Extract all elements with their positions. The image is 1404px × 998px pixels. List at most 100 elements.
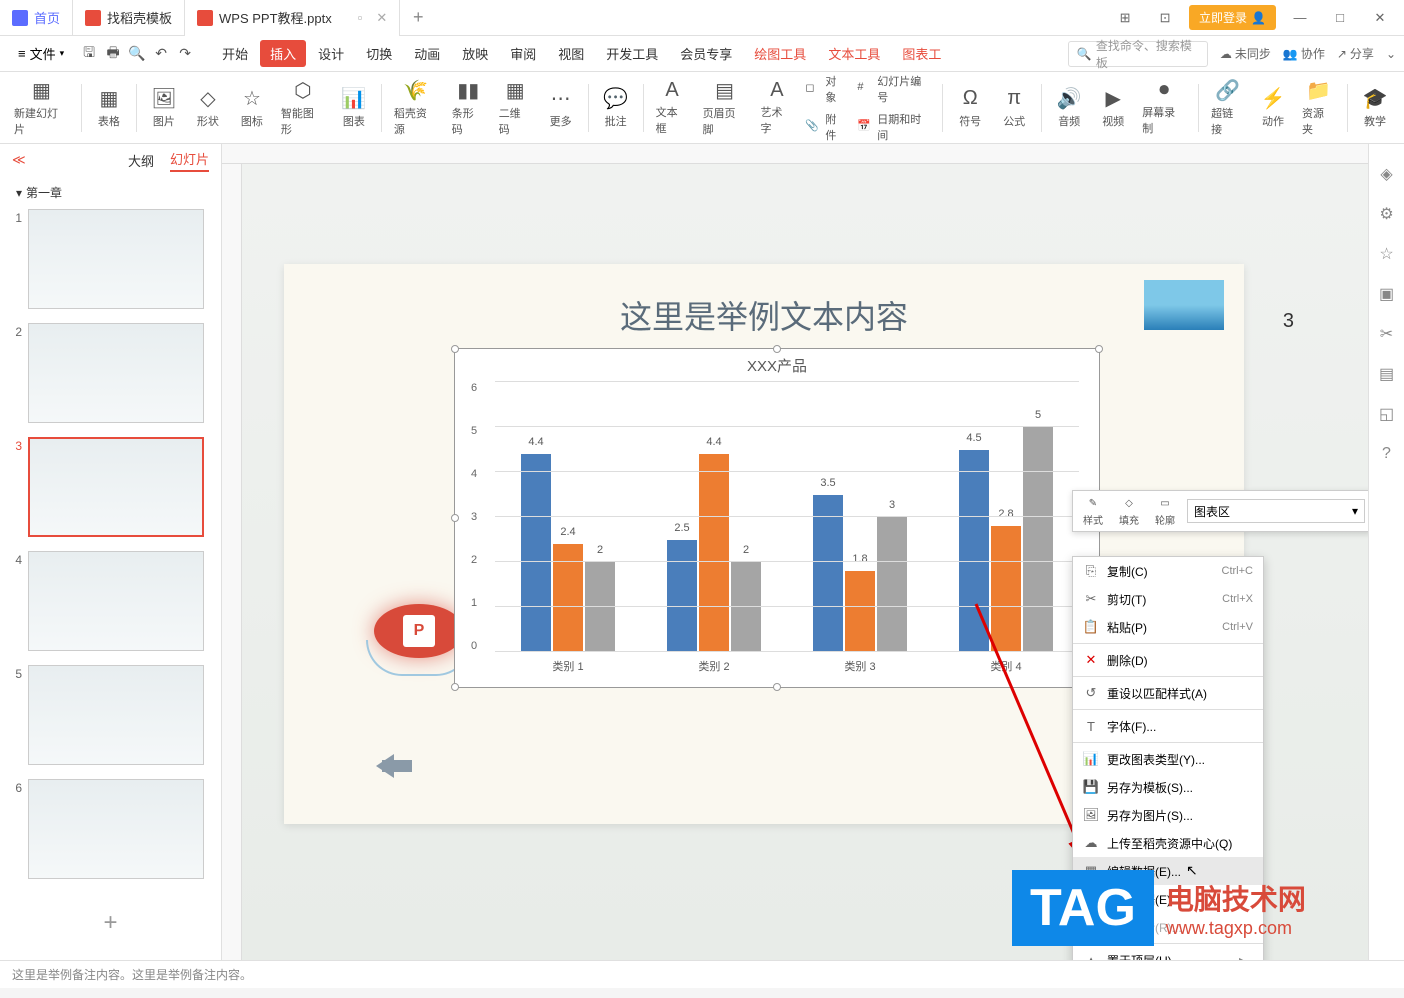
resize-handle[interactable] xyxy=(1095,345,1103,353)
notes-bar[interactable]: 这里是举例备注内容。这里是举例备注内容。 xyxy=(0,960,1404,988)
ribbon-object[interactable]: ◻对象 xyxy=(801,71,851,107)
ribbon-hyperlink[interactable]: 🔗超链接 xyxy=(1205,78,1250,138)
ft-outline[interactable]: ▭轮廓 xyxy=(1151,493,1179,529)
tab-text-tools[interactable]: 文本工具 xyxy=(818,40,890,67)
cm-chart[interactable]: 📊更改图表类型(Y)... xyxy=(1073,745,1263,773)
tab-review[interactable]: 审阅 xyxy=(500,40,546,67)
tab-home[interactable]: 首页 xyxy=(0,0,73,36)
tab-member[interactable]: 会员专享 xyxy=(670,40,742,67)
ribbon-chart[interactable]: 📊图表 xyxy=(333,78,375,138)
tab-add[interactable]: + xyxy=(400,7,436,28)
ribbon-resource[interactable]: 📁资源夹 xyxy=(1296,78,1341,138)
rb-cube-icon[interactable]: ◱ xyxy=(1377,404,1397,424)
ribbon-picture[interactable]: 🖼图片 xyxy=(143,78,185,138)
section-header[interactable]: ▾ 第一章 xyxy=(0,176,221,209)
qat-undo-icon[interactable]: ↶ xyxy=(150,43,172,65)
menu-hamburger[interactable]: ≡ 文件 ▾ xyxy=(8,40,74,67)
sync-button[interactable]: ☁ 未同步 xyxy=(1220,45,1271,62)
collapse-icon[interactable]: ≪ xyxy=(12,152,26,168)
tab-drawing[interactable]: 绘图工具 xyxy=(744,40,816,67)
tab-chart-tools[interactable]: 图表工 xyxy=(892,40,951,67)
rb-layers-icon[interactable]: ▣ xyxy=(1377,284,1397,304)
slide-thumb-2[interactable] xyxy=(28,323,204,423)
tab-design[interactable]: 设计 xyxy=(308,40,354,67)
chart-object[interactable]: XXX产品 0123456 4.42.422.54.423.51.834.52.… xyxy=(454,348,1100,688)
maximize-button[interactable]: □ xyxy=(1324,4,1356,32)
ft-element-select[interactable]: 图表区▾ xyxy=(1187,499,1365,523)
tab-start[interactable]: 开始 xyxy=(212,40,258,67)
login-button[interactable]: 立即登录 👤 xyxy=(1189,5,1276,30)
resize-handle[interactable] xyxy=(451,683,459,691)
ribbon-more[interactable]: ⋯更多 xyxy=(540,78,582,138)
minimize-button[interactable]: ― xyxy=(1284,4,1316,32)
cm-upload[interactable]: ☁上传至稻壳资源中心(Q) xyxy=(1073,829,1263,857)
ribbon-smart[interactable]: ⬡智能图形 xyxy=(275,78,331,138)
share-button[interactable]: ↗ 分享 xyxy=(1337,45,1374,62)
qat-redo-icon[interactable]: ↷ xyxy=(174,43,196,65)
close-button[interactable]: ✕ xyxy=(1364,4,1396,32)
ribbon-datetime[interactable]: 📅日期和时间 xyxy=(853,109,936,145)
ribbon-wordart[interactable]: A艺术字 xyxy=(754,78,799,138)
ribbon-header[interactable]: ▤页眉页脚 xyxy=(697,78,753,138)
cm-delete[interactable]: ✕删除(D) xyxy=(1073,646,1263,674)
window-layout-icon[interactable]: ⊞ xyxy=(1109,4,1141,32)
cm-copy[interactable]: ⎘复制(C)Ctrl+C xyxy=(1073,557,1263,585)
rb-help-icon[interactable]: ? xyxy=(1377,444,1397,464)
tab-view[interactable]: 视图 xyxy=(548,40,594,67)
ribbon-docer[interactable]: 🌾稻壳资源 xyxy=(388,78,444,138)
cm-paste[interactable]: 📋粘贴(P)Ctrl+V xyxy=(1073,613,1263,641)
rb-book-icon[interactable]: ▤ xyxy=(1377,364,1397,384)
tab-insert[interactable]: 插入 xyxy=(260,40,306,67)
cm-save-tpl[interactable]: 💾另存为模板(S)... xyxy=(1073,773,1263,801)
ruler-horizontal[interactable] xyxy=(222,144,1368,164)
ribbon-action[interactable]: ⚡动作 xyxy=(1252,78,1294,138)
tab-close-icon[interactable]: ✕ xyxy=(376,10,387,26)
tab-document[interactable]: WPS PPT教程.pptx ▫ ✕ xyxy=(185,0,400,36)
ribbon-slidenum[interactable]: #幻灯片编号 xyxy=(853,71,936,107)
ribbon-attach[interactable]: 📎附件 xyxy=(801,109,851,145)
add-slide-button[interactable]: + xyxy=(8,893,213,953)
rb-settings-icon[interactable]: ⚙ xyxy=(1377,204,1397,224)
tab-devtools[interactable]: 开发工具 xyxy=(596,40,668,67)
tab-transition[interactable]: 切换 xyxy=(356,40,402,67)
ribbon-qrcode[interactable]: ▦二维码 xyxy=(493,78,538,138)
panel-tab-slides[interactable]: 幻灯片 xyxy=(170,149,209,172)
ft-style[interactable]: ✎样式 xyxy=(1079,493,1107,529)
tab-slideshow[interactable]: 放映 xyxy=(452,40,498,67)
rb-star-icon[interactable]: ☆ xyxy=(1377,244,1397,264)
menu-chevron[interactable]: ⌄ xyxy=(1386,47,1396,61)
qat-print-icon[interactable]: 🖶 xyxy=(102,43,124,65)
window-grid-icon[interactable]: ⊡ xyxy=(1149,4,1181,32)
ribbon-textbox[interactable]: A文本框 xyxy=(650,78,695,138)
rb-design-icon[interactable]: ◈ xyxy=(1377,164,1397,184)
ribbon-record[interactable]: ⏺屏幕录制 xyxy=(1136,78,1192,138)
cm-edit[interactable]: ▦编辑数据(E)... xyxy=(1073,857,1263,885)
canvas[interactable]: 这里是举例文本内容 P 3 XXX产品 xyxy=(242,164,1368,960)
cm-font[interactable]: T字体(F)... xyxy=(1073,712,1263,740)
resize-handle[interactable] xyxy=(451,345,459,353)
qat-preview-icon[interactable]: 🔍 xyxy=(126,43,148,65)
tab-template[interactable]: 找稻壳模板 xyxy=(73,0,185,36)
ribbon-comment[interactable]: 💬批注 xyxy=(595,78,637,138)
cm-cut[interactable]: ✂剪切(T)Ctrl+X xyxy=(1073,585,1263,613)
ribbon-video[interactable]: ▶视频 xyxy=(1092,78,1134,138)
ribbon-symbol[interactable]: Ω符号 xyxy=(949,78,991,138)
ribbon-audio[interactable]: 🔊音频 xyxy=(1048,78,1090,138)
slide-thumb-3[interactable] xyxy=(28,437,204,537)
tab-menu-icon[interactable]: ▫ xyxy=(358,10,363,25)
resize-handle[interactable] xyxy=(451,514,459,522)
ribbon-barcode[interactable]: ▮▮条形码 xyxy=(446,78,491,138)
cm-select-data[interactable]: ▦选择数据(E)... xyxy=(1073,885,1263,913)
search-input[interactable]: 🔍 查找命令、搜索模板 xyxy=(1068,41,1208,67)
ribbon-newslide[interactable]: ▦新建幻灯片 xyxy=(8,78,75,138)
rb-clip-icon[interactable]: ✂ xyxy=(1377,324,1397,344)
ribbon-teach[interactable]: 🎓教学 xyxy=(1354,78,1396,138)
slide-thumb-6[interactable] xyxy=(28,779,204,879)
ribbon-table[interactable]: ▦表格 xyxy=(88,78,130,138)
panel-tab-outline[interactable]: 大纲 xyxy=(128,151,154,170)
resize-handle[interactable] xyxy=(773,345,781,353)
cm-reset[interactable]: ↺重设以匹配样式(A) xyxy=(1073,679,1263,707)
cm-save-img[interactable]: 🖼另存为图片(S)... xyxy=(1073,801,1263,829)
slide-thumb-1[interactable] xyxy=(28,209,204,309)
resize-handle[interactable] xyxy=(773,683,781,691)
